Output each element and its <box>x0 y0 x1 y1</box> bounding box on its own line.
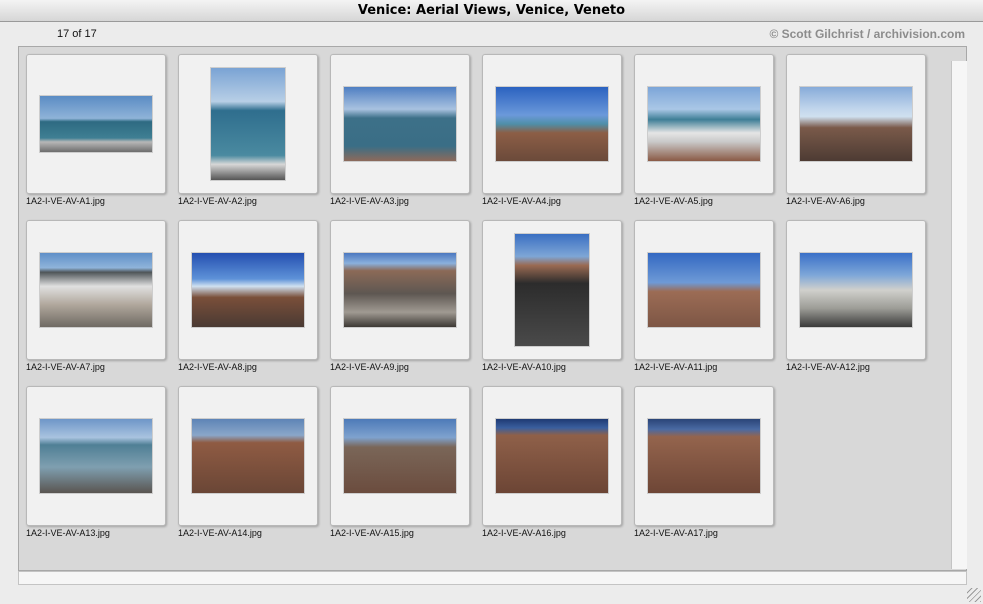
thumbnail-image[interactable] <box>344 253 456 327</box>
slide-frame[interactable] <box>26 54 166 194</box>
thumbnail-image[interactable] <box>192 253 304 327</box>
thumbnail-item[interactable]: 1A2-I-VE-AV-A2.jpg <box>178 54 318 220</box>
thumbnail-image[interactable] <box>515 234 589 346</box>
thumbnail-filename: 1A2-I-VE-AV-A4.jpg <box>482 196 561 206</box>
thumbnail-image[interactable] <box>40 96 152 152</box>
thumbnail-image[interactable] <box>496 419 608 493</box>
slide-frame[interactable] <box>178 54 318 194</box>
thumbnail-filename: 1A2-I-VE-AV-A3.jpg <box>330 196 409 206</box>
image-count: 17 of 17 <box>57 28 97 40</box>
thumbnail-item[interactable]: 1A2-I-VE-AV-A17.jpg <box>634 386 774 552</box>
slide-frame[interactable] <box>482 220 622 360</box>
thumbnail-image[interactable] <box>648 87 760 161</box>
thumbnail-item[interactable]: 1A2-I-VE-AV-A4.jpg <box>482 54 622 220</box>
thumbnail-item[interactable]: 1A2-I-VE-AV-A16.jpg <box>482 386 622 552</box>
thumbnail-filename: 1A2-I-VE-AV-A11.jpg <box>634 362 718 372</box>
thumbnail-image[interactable] <box>648 253 760 327</box>
thumbnail-filename: 1A2-I-VE-AV-A2.jpg <box>178 196 257 206</box>
thumbnail-image[interactable] <box>192 419 304 493</box>
thumbnail-item[interactable]: 1A2-I-VE-AV-A10.jpg <box>482 220 622 386</box>
slide-frame[interactable] <box>786 54 926 194</box>
thumbnail-item[interactable]: 1A2-I-VE-AV-A5.jpg <box>634 54 774 220</box>
thumbnail-item[interactable]: 1A2-I-VE-AV-A3.jpg <box>330 54 470 220</box>
thumbnail-item[interactable]: 1A2-I-VE-AV-A11.jpg <box>634 220 774 386</box>
thumbnail-filename: 1A2-I-VE-AV-A9.jpg <box>330 362 409 372</box>
slide-frame[interactable] <box>786 220 926 360</box>
thumbnail-filename: 1A2-I-VE-AV-A16.jpg <box>482 528 566 538</box>
thumbnail-image[interactable] <box>211 68 285 180</box>
thumbnail-item[interactable]: 1A2-I-VE-AV-A14.jpg <box>178 386 318 552</box>
copyright-notice: © Scott Gilchrist / archivision.com <box>769 27 965 41</box>
horizontal-scrollbar[interactable] <box>18 571 967 585</box>
slide-frame[interactable] <box>330 386 470 526</box>
slide-frame[interactable] <box>482 386 622 526</box>
thumbnail-filename: 1A2-I-VE-AV-A7.jpg <box>26 362 105 372</box>
slide-frame[interactable] <box>178 220 318 360</box>
thumbnail-image[interactable] <box>648 419 760 493</box>
thumbnail-viewer[interactable]: 1A2-I-VE-AV-A1.jpg 1A2-I-VE-AV-A2.jpg 1A… <box>18 46 967 571</box>
thumbnail-item[interactable]: 1A2-I-VE-AV-A9.jpg <box>330 220 470 386</box>
resize-grip-icon[interactable] <box>967 588 981 602</box>
thumbnail-filename: 1A2-I-VE-AV-A13.jpg <box>26 528 110 538</box>
thumbnail-item[interactable]: 1A2-I-VE-AV-A7.jpg <box>26 220 166 386</box>
slide-frame[interactable] <box>330 54 470 194</box>
thumbnail-item[interactable]: 1A2-I-VE-AV-A8.jpg <box>178 220 318 386</box>
thumbnail-filename: 1A2-I-VE-AV-A17.jpg <box>634 528 718 538</box>
thumbnail-filename: 1A2-I-VE-AV-A1.jpg <box>26 196 105 206</box>
thumbnail-image[interactable] <box>344 419 456 493</box>
thumbnail-image[interactable] <box>800 253 912 327</box>
thumbnail-grid: 1A2-I-VE-AV-A1.jpg 1A2-I-VE-AV-A2.jpg 1A… <box>26 54 926 552</box>
thumbnail-item[interactable]: 1A2-I-VE-AV-A1.jpg <box>26 54 166 220</box>
vertical-scrollbar[interactable] <box>951 61 967 569</box>
thumbnail-filename: 1A2-I-VE-AV-A14.jpg <box>178 528 262 538</box>
thumbnail-filename: 1A2-I-VE-AV-A12.jpg <box>786 362 870 372</box>
slide-frame[interactable] <box>634 220 774 360</box>
thumbnail-image[interactable] <box>344 87 456 161</box>
thumbnail-item[interactable]: 1A2-I-VE-AV-A12.jpg <box>786 220 926 386</box>
slide-frame[interactable] <box>26 220 166 360</box>
slide-frame[interactable] <box>634 386 774 526</box>
slide-frame[interactable] <box>330 220 470 360</box>
slide-frame[interactable] <box>482 54 622 194</box>
thumbnail-filename: 1A2-I-VE-AV-A15.jpg <box>330 528 414 538</box>
thumbnail-filename: 1A2-I-VE-AV-A10.jpg <box>482 362 566 372</box>
thumbnail-item[interactable]: 1A2-I-VE-AV-A6.jpg <box>786 54 926 220</box>
thumbnail-filename: 1A2-I-VE-AV-A5.jpg <box>634 196 713 206</box>
slide-frame[interactable] <box>26 386 166 526</box>
thumbnail-item[interactable]: 1A2-I-VE-AV-A13.jpg <box>26 386 166 552</box>
slide-frame[interactable] <box>178 386 318 526</box>
thumbnail-image[interactable] <box>40 419 152 493</box>
window-title: Venice: Aerial Views, Venice, Veneto <box>0 0 983 22</box>
thumbnail-filename: 1A2-I-VE-AV-A8.jpg <box>178 362 257 372</box>
thumbnail-image[interactable] <box>496 87 608 161</box>
thumbnail-image[interactable] <box>800 87 912 161</box>
thumbnail-image[interactable] <box>40 253 152 327</box>
thumbnail-filename: 1A2-I-VE-AV-A6.jpg <box>786 196 865 206</box>
slide-frame[interactable] <box>634 54 774 194</box>
thumbnail-item[interactable]: 1A2-I-VE-AV-A15.jpg <box>330 386 470 552</box>
